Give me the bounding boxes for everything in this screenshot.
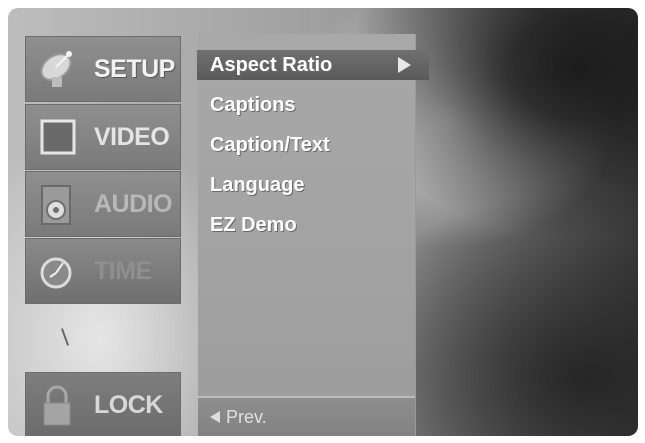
menu-item-caption-text[interactable]: Caption/Text	[210, 130, 330, 160]
clock-icon	[40, 257, 72, 289]
tab-audio[interactable]: AUDIO	[25, 171, 181, 237]
tab-setup[interactable]: SETUP	[25, 36, 181, 102]
menu-item-label: Captions	[210, 93, 296, 116]
menu-item-label: Aspect Ratio	[210, 53, 333, 76]
setup-submenu: Aspect Ratio Captions Caption/Text Langu…	[197, 34, 429, 436]
menu-item-ez-demo[interactable]: EZ Demo	[210, 210, 297, 240]
screen-icon	[40, 119, 76, 155]
tab-label-audio: AUDIO	[94, 189, 173, 218]
tab-time[interactable]: TIME	[25, 238, 181, 304]
padlock-icon	[43, 385, 71, 426]
menu-item-label: Caption/Text	[210, 133, 330, 156]
tab-label-setup: SETUP	[94, 54, 175, 83]
menu-item-label: Language	[210, 173, 305, 196]
tab-lock[interactable]: LOCK	[25, 372, 181, 436]
tab-label-video: VIDEO	[94, 122, 170, 151]
menu-item-aspect-ratio[interactable]: Aspect Ratio	[197, 50, 429, 80]
prev-label: Prev.	[226, 406, 267, 427]
menu-item-label: EZ Demo	[210, 213, 297, 236]
right-arrow-icon	[398, 57, 411, 73]
tab-label-lock: LOCK	[94, 390, 163, 419]
satellite-dish-icon	[40, 51, 72, 87]
speaker-icon	[41, 185, 71, 225]
menu-item-language[interactable]: Language	[210, 170, 304, 200]
prev-button[interactable]: Prev.	[198, 396, 415, 436]
left-arrow-icon	[210, 411, 220, 423]
tab-label-time: TIME	[94, 256, 152, 285]
menu-item-captions[interactable]: Captions	[210, 90, 296, 120]
tv-screen: SETUP VIDEO AUDIO TIME LOCK Aspect Ratio…	[8, 8, 638, 436]
tab-video[interactable]: VIDEO	[25, 104, 181, 170]
scroll-indicator	[60, 328, 70, 346]
